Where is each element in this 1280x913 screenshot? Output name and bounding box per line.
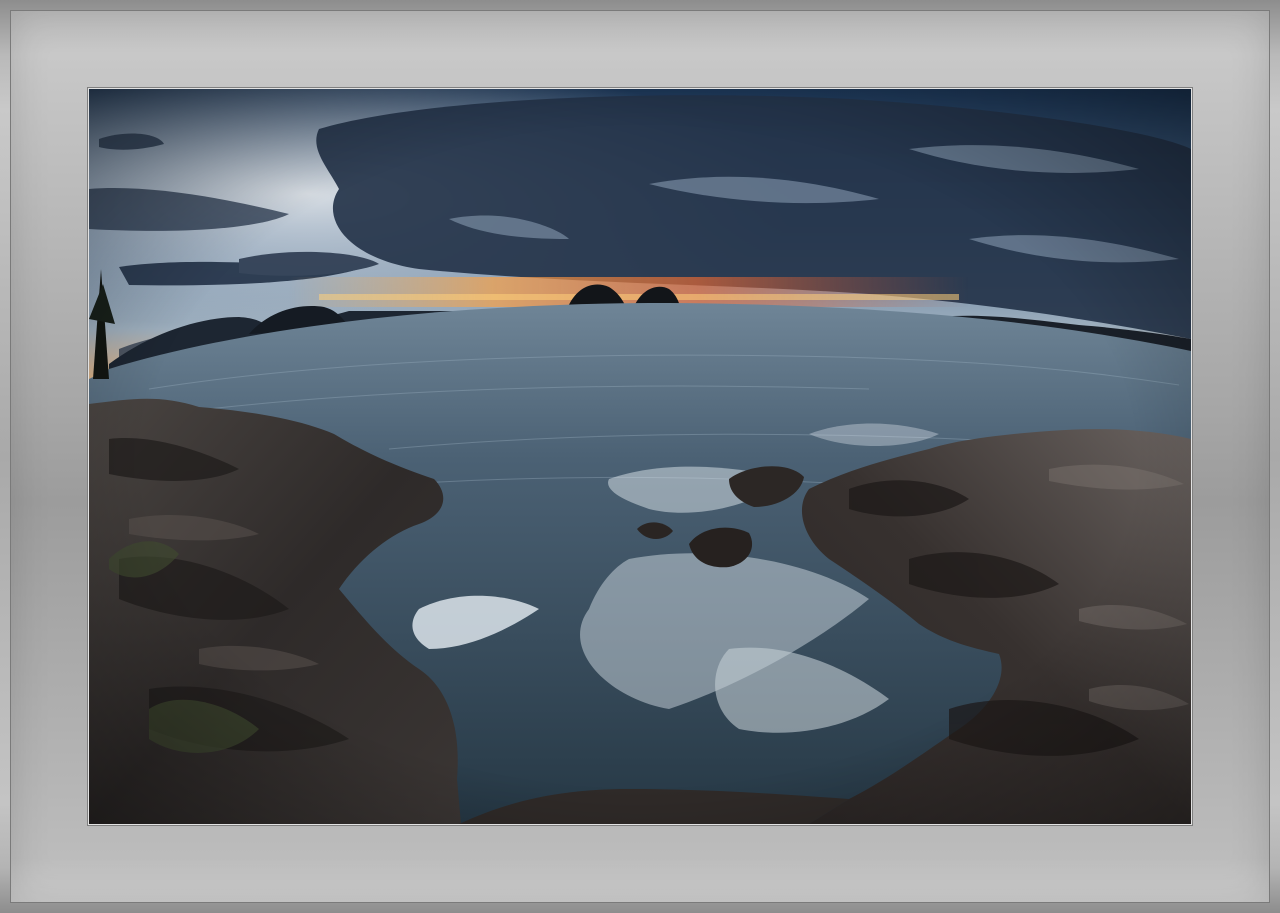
picture-frame	[0, 0, 1280, 913]
seascape-photo	[89, 89, 1191, 824]
photo	[88, 88, 1192, 825]
